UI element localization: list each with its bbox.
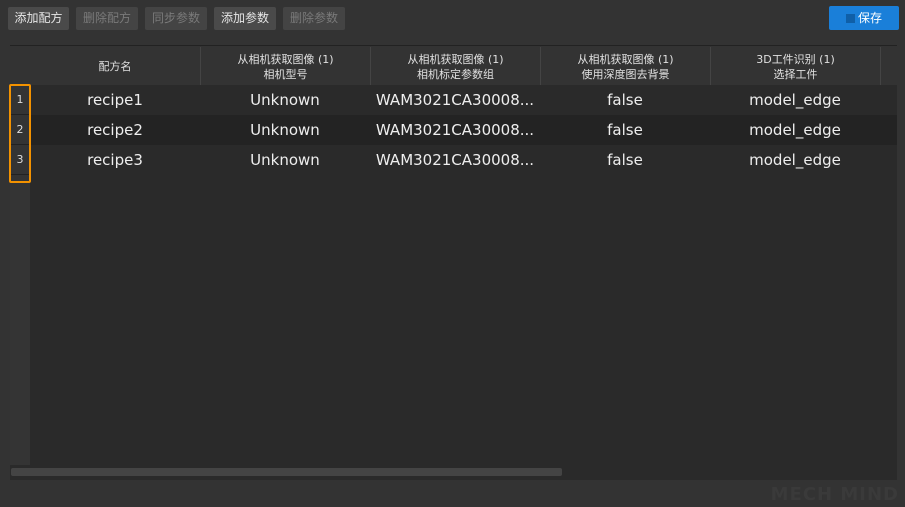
save-label: 保存 xyxy=(857,11,882,25)
cell[interactable]: false xyxy=(540,85,710,115)
add-param-button[interactable]: 添加参数 xyxy=(214,7,276,30)
cell[interactable]: model_edge xyxy=(710,115,880,145)
header-line1: 从相机获取图像 (1) xyxy=(407,52,504,66)
add-recipe-button[interactable]: 添加配方 xyxy=(8,7,69,30)
table-row[interactable]: recipe1 Unknown WAM3021CA30008... false … xyxy=(30,85,897,115)
table-row[interactable]: recipe2 Unknown WAM3021CA30008... false … xyxy=(30,115,897,145)
column-header[interactable]: 配方名 xyxy=(30,47,200,86)
cell[interactable]: Unknown xyxy=(200,85,370,115)
cell[interactable]: WAM3021CA30008... xyxy=(370,85,540,115)
recipe-table: 配方名 从相机获取图像 (1) 相机型号 从相机获取图像 (1) 相机标定参数组 从… xyxy=(9,45,897,480)
column-header[interactable]: 从相机获取图像 (1) 相机标定参数组 xyxy=(370,47,540,86)
delete-recipe-button[interactable]: 删除配方 xyxy=(76,7,138,30)
column-header-empty xyxy=(880,47,897,86)
header-line2: 使用深度图去背景 xyxy=(581,67,670,81)
column-header[interactable]: 从相机获取图像 (1) 使用深度图去背景 xyxy=(540,47,710,86)
header-line2: 相机标定参数组 xyxy=(417,67,494,81)
header-line1: 从相机获取图像 (1) xyxy=(577,52,674,66)
scrollbar-thumb[interactable] xyxy=(11,468,562,476)
column-header[interactable]: 从相机获取图像 (1) 相机型号 xyxy=(200,47,370,86)
table-row[interactable]: recipe3 Unknown WAM3021CA30008... false … xyxy=(30,145,897,175)
sync-params-button[interactable]: 同步参数 xyxy=(145,7,207,30)
save-button[interactable]: 保存 xyxy=(829,6,899,30)
cell[interactable]: false xyxy=(540,115,710,145)
header-line1: 3D工件识别 (1) xyxy=(756,52,835,66)
cell[interactable]: model_edge xyxy=(710,145,880,175)
cell[interactable]: recipe1 xyxy=(30,85,200,115)
cell[interactable]: recipe3 xyxy=(30,145,200,175)
cell[interactable]: WAM3021CA30008... xyxy=(370,115,540,145)
table-header: 配方名 从相机获取图像 (1) 相机型号 从相机获取图像 (1) 相机标定参数组 从… xyxy=(10,45,897,86)
cell[interactable]: Unknown xyxy=(200,115,370,145)
horizontal-scrollbar[interactable] xyxy=(10,465,897,480)
cell[interactable]: WAM3021CA30008... xyxy=(370,145,540,175)
delete-param-button[interactable]: 删除参数 xyxy=(283,7,345,30)
row-selection-outline xyxy=(9,84,31,183)
header-line2: 选择工件 xyxy=(773,67,818,81)
cell[interactable]: model_edge xyxy=(710,85,880,115)
cell[interactable]: recipe2 xyxy=(30,115,200,145)
cell[interactable]: false xyxy=(540,145,710,175)
header-line2: 相机型号 xyxy=(263,67,308,81)
header-line1: 从相机获取图像 (1) xyxy=(237,52,334,66)
watermark-logo: MECH MIND xyxy=(770,484,899,505)
cell[interactable]: Unknown xyxy=(200,145,370,175)
header-line2: 配方名 xyxy=(98,60,132,73)
column-header[interactable]: 3D工件识别 (1) 选择工件 xyxy=(710,47,880,86)
save-icon xyxy=(845,14,855,23)
